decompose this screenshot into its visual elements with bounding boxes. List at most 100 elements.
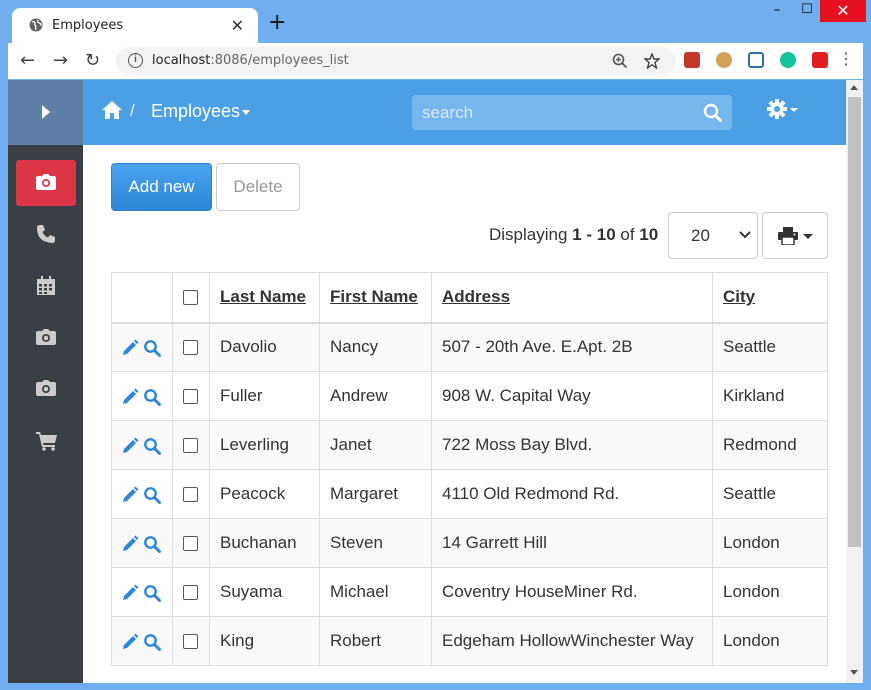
display-from: 1 bbox=[572, 225, 582, 244]
extension-grammarly-icon[interactable] bbox=[780, 52, 796, 68]
edit-pencil-icon[interactable] bbox=[121, 486, 139, 504]
cell-address: Edgeham HollowWinchester Way bbox=[431, 616, 713, 666]
minimize-button[interactable]: – bbox=[762, 2, 792, 26]
home-icon[interactable] bbox=[101, 100, 123, 120]
sidebar-toggle[interactable] bbox=[8, 80, 83, 145]
cell-city: Seattle bbox=[712, 469, 828, 519]
extension-badge-icon[interactable] bbox=[748, 52, 764, 68]
table-header-row: Last Name First Name Address City bbox=[111, 272, 828, 324]
row-checkbox[interactable] bbox=[183, 487, 198, 503]
table-row[interactable]: Peacock Margaret 4110 Old Redmond Rd. Seatt… bbox=[111, 469, 828, 519]
browser-tab[interactable]: Employees ✕ bbox=[12, 8, 258, 43]
new-tab-button[interactable]: + bbox=[268, 12, 286, 34]
search-icon[interactable] bbox=[703, 103, 722, 122]
table-row[interactable]: Davolio Nancy 507 - 20th Ave. E.Apt. 2B Sea… bbox=[111, 322, 828, 372]
row-checkbox[interactable] bbox=[183, 536, 198, 552]
cell-last-name: Davolio bbox=[209, 322, 320, 372]
table-row[interactable]: Leverling Janet 722 Moss Bay Blvd. Redmond bbox=[111, 420, 828, 470]
cell-first-name: Margaret bbox=[319, 469, 432, 519]
view-search-icon[interactable] bbox=[143, 633, 161, 651]
address-bar[interactable]: i localhost:8086/employees_list bbox=[116, 47, 676, 75]
search-input[interactable] bbox=[412, 95, 702, 130]
column-header-city[interactable]: City bbox=[712, 272, 828, 324]
tab-close-icon[interactable]: ✕ bbox=[231, 16, 244, 35]
sidebar-item-camera-2[interactable] bbox=[16, 315, 76, 361]
print-icon bbox=[778, 227, 798, 245]
extension-book-icon[interactable] bbox=[684, 52, 700, 68]
table-row[interactable]: Suyama Michael Coventry HouseMiner Rd. Lond… bbox=[111, 567, 828, 617]
view-search-icon[interactable] bbox=[143, 535, 161, 553]
cell-address: 908 W. Capital Way bbox=[431, 371, 713, 421]
table-row[interactable]: Buchanan Steven 14 Garrett Hill London bbox=[111, 518, 828, 568]
bookmark-star-icon[interactable] bbox=[644, 53, 660, 69]
info-icon[interactable]: i bbox=[128, 53, 143, 68]
row-select-cell bbox=[172, 616, 210, 666]
delete-button[interactable]: Delete bbox=[216, 163, 300, 211]
cell-city: Kirkland bbox=[712, 371, 828, 421]
browser-menu-icon[interactable]: ⋮ bbox=[838, 49, 854, 68]
cart-icon bbox=[36, 432, 57, 451]
row-actions bbox=[111, 420, 173, 470]
add-new-button[interactable]: Add new bbox=[111, 163, 212, 211]
view-search-icon[interactable] bbox=[143, 339, 161, 357]
edit-pencil-icon[interactable] bbox=[121, 633, 139, 651]
view-search-icon[interactable] bbox=[143, 584, 161, 602]
table-row[interactable]: Fuller Andrew 908 W. Capital Way Kirkland bbox=[111, 371, 828, 421]
maximize-button[interactable]: ☐ bbox=[792, 2, 822, 26]
gear-icon[interactable] bbox=[767, 99, 801, 121]
scrollbar-thumb[interactable] bbox=[848, 97, 861, 547]
breadcrumb-employees[interactable]: Employees bbox=[151, 101, 251, 122]
cell-city: London bbox=[712, 616, 828, 666]
table-row[interactable]: King Robert Edgeham HollowWinchester Way Lo… bbox=[111, 616, 828, 666]
sidebar-item-phone[interactable] bbox=[16, 211, 76, 257]
cell-last-name: Buchanan bbox=[209, 518, 320, 568]
sidebar-item-camera-3[interactable] bbox=[16, 366, 76, 412]
edit-pencil-icon[interactable] bbox=[121, 584, 139, 602]
row-checkbox[interactable] bbox=[183, 438, 198, 454]
row-checkbox[interactable] bbox=[183, 389, 198, 405]
edit-pencil-icon[interactable] bbox=[121, 437, 139, 455]
zoom-icon[interactable] bbox=[612, 53, 628, 69]
row-checkbox[interactable] bbox=[183, 340, 198, 356]
extension-cookie-icon[interactable] bbox=[716, 52, 732, 68]
pagination-summary: Displaying 1 - 10 of 10 bbox=[489, 225, 658, 245]
cell-last-name: Peacock bbox=[209, 469, 320, 519]
column-header-address[interactable]: Address bbox=[431, 272, 713, 324]
back-arrow-icon[interactable]: ← bbox=[20, 50, 35, 71]
browser-toolbar: ← → ↻ i localhost:8086/employees_list ⋮ bbox=[8, 43, 863, 79]
page-size-select[interactable]: 20 bbox=[668, 212, 758, 259]
cell-first-name: Janet bbox=[319, 420, 432, 470]
reload-icon[interactable]: ↻ bbox=[85, 50, 100, 71]
column-header-last-name[interactable]: Last Name bbox=[209, 272, 320, 324]
sidebar-item-cart[interactable] bbox=[16, 418, 76, 464]
column-header-first-name[interactable]: First Name bbox=[319, 272, 432, 324]
cell-city: London bbox=[712, 567, 828, 617]
caret-down-icon bbox=[803, 234, 813, 239]
cell-first-name: Nancy bbox=[319, 322, 432, 372]
view-search-icon[interactable] bbox=[143, 486, 161, 504]
extension-red-icon[interactable] bbox=[812, 52, 828, 68]
sidebar-item-camera[interactable] bbox=[16, 160, 76, 206]
globe-icon bbox=[29, 18, 43, 32]
scroll-up-arrow-icon[interactable] bbox=[850, 85, 858, 90]
camera-icon bbox=[36, 174, 56, 190]
edit-pencil-icon[interactable] bbox=[121, 388, 139, 406]
vertical-scrollbar[interactable] bbox=[846, 80, 863, 683]
select-all-checkbox[interactable] bbox=[183, 290, 198, 306]
url-path: :8086/employees_list bbox=[210, 53, 349, 68]
camera-icon bbox=[36, 380, 56, 396]
edit-pencil-icon[interactable] bbox=[121, 339, 139, 357]
row-checkbox[interactable] bbox=[183, 634, 198, 650]
edit-pencil-icon[interactable] bbox=[121, 535, 139, 553]
cell-last-name: Suyama bbox=[209, 567, 320, 617]
sidebar-item-calendar[interactable] bbox=[16, 263, 76, 309]
display-dash: - bbox=[581, 225, 597, 244]
scroll-down-arrow-icon[interactable] bbox=[850, 670, 858, 675]
view-search-icon[interactable] bbox=[143, 437, 161, 455]
row-checkbox[interactable] bbox=[183, 585, 198, 601]
forward-arrow-icon[interactable]: → bbox=[53, 50, 68, 71]
close-window-button[interactable]: ✕ bbox=[820, 0, 866, 22]
breadcrumb-separator: / bbox=[130, 101, 135, 120]
view-search-icon[interactable] bbox=[143, 388, 161, 406]
print-button[interactable] bbox=[762, 212, 828, 259]
